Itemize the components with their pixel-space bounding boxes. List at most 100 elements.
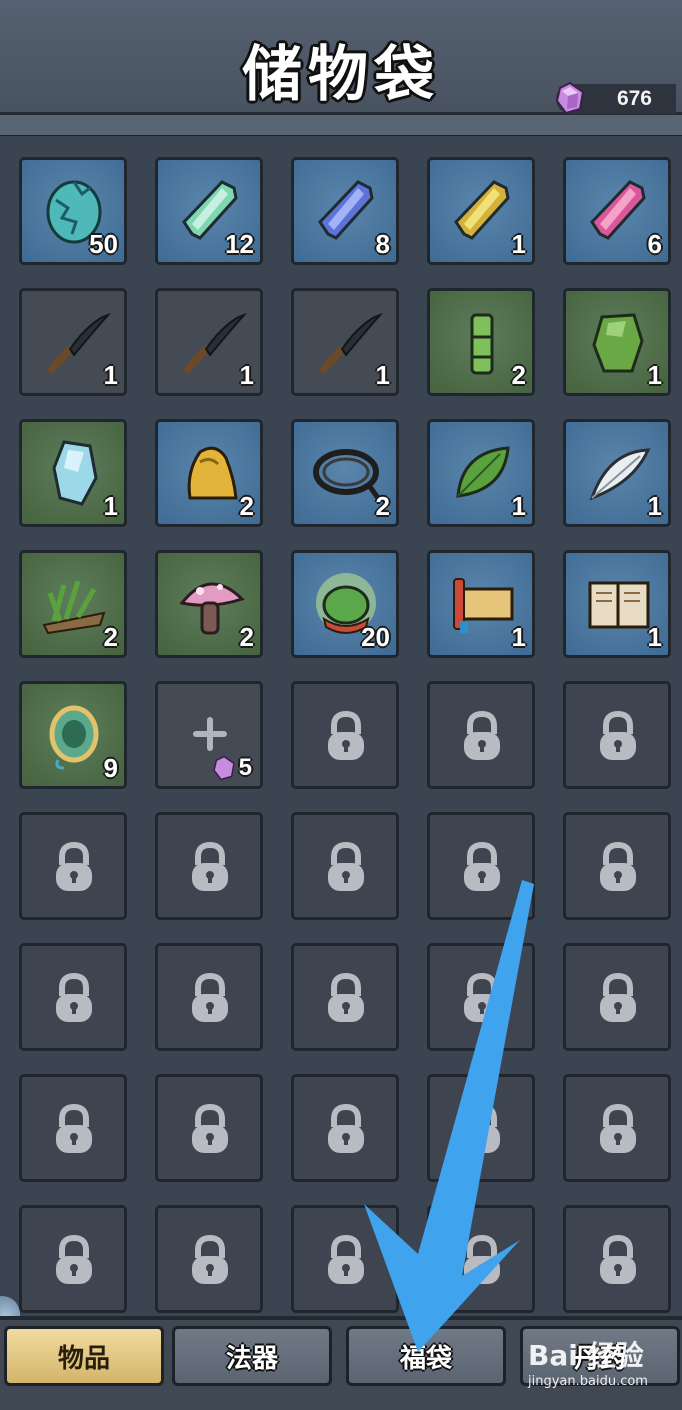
lock-icon [464, 841, 500, 891]
inventory-slot[interactable]: 1 [563, 419, 671, 527]
item-quantity: 50 [89, 229, 118, 259]
lock-icon [56, 1234, 92, 1284]
item-quantity: 1 [647, 622, 662, 652]
inventory-slot[interactable]: 20 [291, 550, 399, 658]
lock-icon [56, 1103, 92, 1153]
ice-crystal-icon [52, 440, 98, 506]
sickle-icon [48, 312, 112, 373]
tab-artifacts[interactable]: 法器 [172, 1326, 332, 1386]
locked-slot[interactable] [155, 812, 263, 920]
lock-icon [56, 972, 92, 1022]
item-quantity: 1 [511, 229, 526, 259]
item-quantity: 2 [239, 622, 254, 652]
locked-slot[interactable] [19, 812, 127, 920]
locked-slot[interactable] [563, 1205, 671, 1313]
jade-pendant-icon [49, 705, 99, 770]
inventory-slot[interactable]: 2 [19, 550, 127, 658]
item-quantity: 1 [511, 622, 526, 652]
lock-icon [192, 972, 228, 1022]
locked-slot[interactable] [427, 1074, 535, 1182]
item-quantity: 12 [225, 229, 254, 259]
locked-slot[interactable] [427, 681, 535, 789]
inventory-grid: 50 12 8 1 6 1 1 1 2 1 1 2 2 1 1 2 2 20 1 1 9 5 [19, 157, 671, 1313]
mushroom-icon [179, 582, 245, 635]
locked-slot[interactable] [291, 812, 399, 920]
inventory-slot[interactable]: 9 [19, 681, 127, 789]
inventory-slot[interactable]: 2 [155, 550, 263, 658]
inventory-slot[interactable]: 8 [291, 157, 399, 265]
locked-slot[interactable] [563, 812, 671, 920]
blue-crystal-icon [318, 180, 374, 240]
item-quantity: 1 [511, 491, 526, 521]
item-quantity: 6 [647, 229, 662, 259]
locked-slot[interactable] [563, 681, 671, 789]
locked-slot[interactable] [19, 1205, 127, 1313]
currency-value: 676 [616, 87, 652, 110]
unlock-cost: 5 [211, 754, 252, 782]
locked-slot[interactable] [19, 943, 127, 1051]
purple-gem-icon [212, 755, 235, 781]
feather-icon [589, 448, 651, 501]
inventory-slot[interactable]: 6 [563, 157, 671, 265]
inventory-slot[interactable]: 1 [19, 419, 127, 527]
lock-icon [464, 972, 500, 1022]
jade-stone-icon [592, 313, 644, 373]
lock-icon [192, 1234, 228, 1284]
inventory-slot[interactable]: 2 [427, 288, 535, 396]
inventory-slot[interactable]: 12 [155, 157, 263, 265]
locked-slot[interactable] [291, 681, 399, 789]
rope-coil-icon [313, 449, 381, 500]
inventory-slot[interactable]: 1 [291, 288, 399, 396]
locked-slot[interactable] [19, 1074, 127, 1182]
lock-icon [464, 1103, 500, 1153]
bamboo-icon [470, 313, 494, 375]
item-quantity: 8 [375, 229, 390, 259]
locked-slot[interactable] [427, 943, 535, 1051]
unlock-slot-button[interactable]: 5 [155, 681, 263, 789]
lock-icon [328, 1103, 364, 1153]
lock-icon [56, 841, 92, 891]
locked-slot[interactable] [155, 943, 263, 1051]
lock-icon [192, 1103, 228, 1153]
baidu-watermark: Bai 经验 jingyan.baidu.com [528, 1334, 678, 1398]
locked-slot[interactable] [155, 1205, 263, 1313]
currency-display: 676 [555, 81, 676, 115]
locked-slot[interactable] [563, 943, 671, 1051]
item-quantity: 9 [103, 753, 118, 783]
inventory-slot[interactable]: 1 [427, 157, 535, 265]
locked-slot[interactable] [291, 1074, 399, 1182]
item-quantity: 2 [103, 622, 118, 652]
inventory-slot[interactable]: 2 [155, 419, 263, 527]
lock-icon [192, 841, 228, 891]
inventory-slot[interactable]: 1 [563, 288, 671, 396]
purple-gem-icon [555, 81, 585, 115]
lock-icon [600, 841, 636, 891]
locked-slot[interactable] [427, 1205, 535, 1313]
inventory-slot[interactable]: 1 [155, 288, 263, 396]
lock-icon [600, 1234, 636, 1284]
lock-icon [600, 710, 636, 760]
item-quantity: 2 [239, 491, 254, 521]
locked-slot[interactable] [427, 812, 535, 920]
item-quantity: 1 [239, 360, 254, 390]
inventory-slot[interactable]: 1 [427, 550, 535, 658]
tab-lucky-bags[interactable]: 福袋 [346, 1326, 506, 1386]
book-icon [588, 581, 650, 629]
lock-icon [328, 710, 364, 760]
inventory-slot[interactable]: 50 [19, 157, 127, 265]
locked-slot[interactable] [155, 1074, 263, 1182]
item-quantity: 2 [511, 360, 526, 390]
item-quantity: 1 [647, 491, 662, 521]
sickle-icon [184, 312, 248, 373]
inventory-slot[interactable]: 2 [291, 419, 399, 527]
inventory-slot[interactable]: 1 [563, 550, 671, 658]
inventory-slot[interactable]: 1 [19, 288, 127, 396]
sickle-icon [320, 312, 384, 373]
locked-slot[interactable] [563, 1074, 671, 1182]
lock-icon [600, 972, 636, 1022]
inventory-slot[interactable]: 1 [427, 419, 535, 527]
pink-crystal-icon [590, 180, 646, 240]
tab-items[interactable]: 物品 [4, 1326, 164, 1386]
locked-slot[interactable] [291, 1205, 399, 1313]
locked-slot[interactable] [291, 943, 399, 1051]
